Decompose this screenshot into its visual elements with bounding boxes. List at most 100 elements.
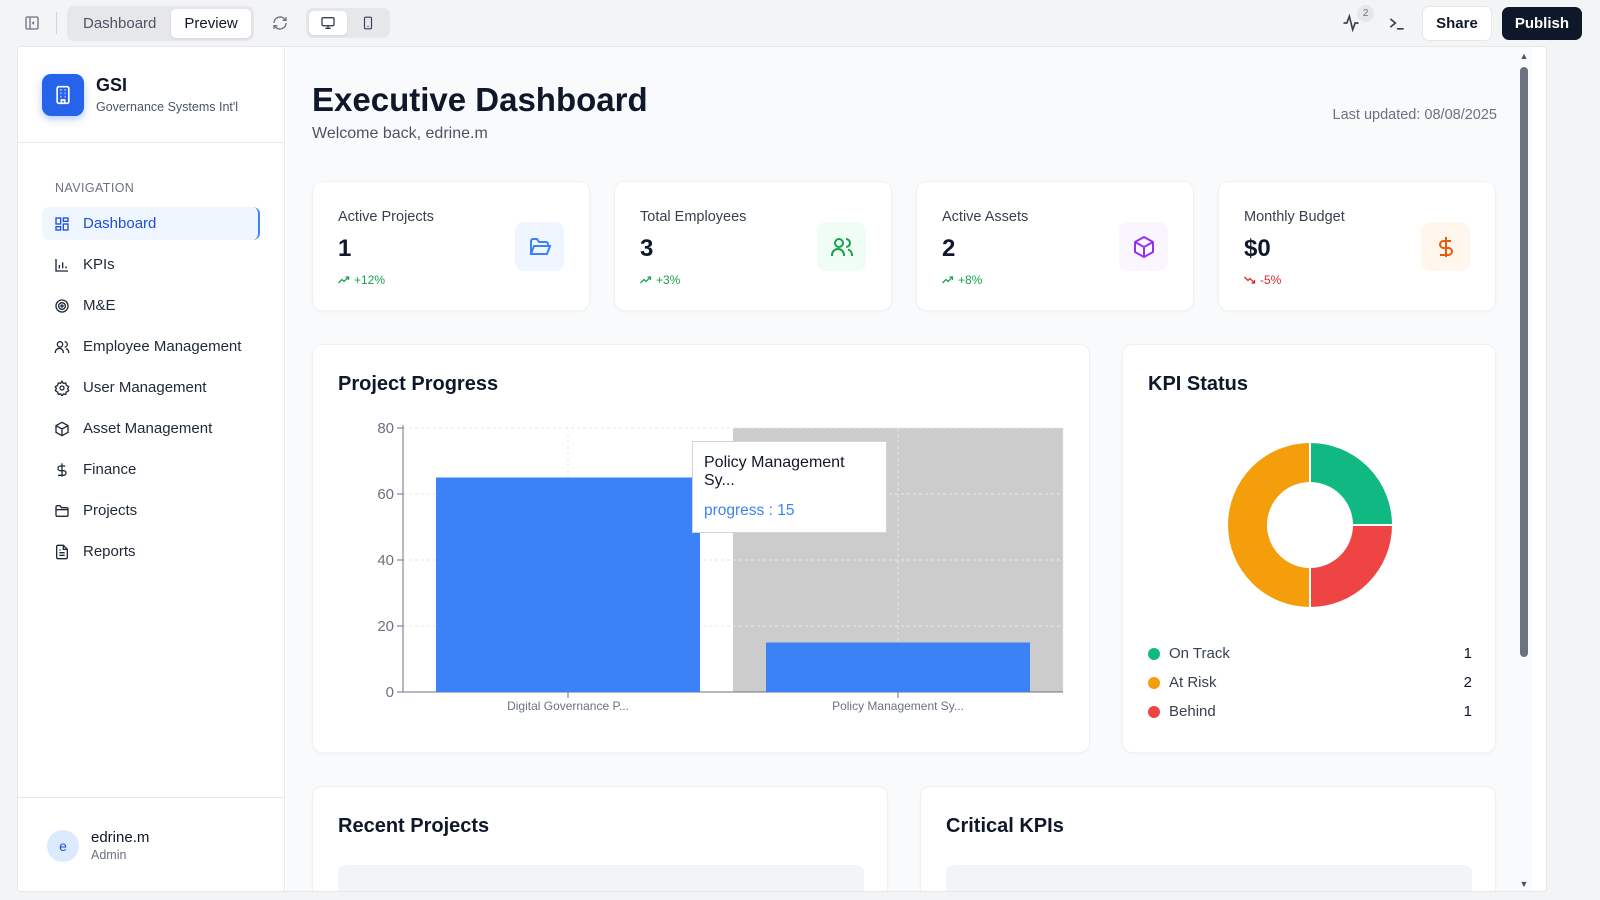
gear-icon bbox=[54, 379, 70, 396]
sidebar-item-finance[interactable]: Finance bbox=[42, 453, 260, 486]
scrollbar[interactable]: ▲ ▼ bbox=[1516, 47, 1532, 891]
terminal-icon[interactable] bbox=[1382, 8, 1412, 38]
sidebar-item-asset-management[interactable]: Asset Management bbox=[42, 412, 260, 445]
stat-label: Total Employees bbox=[640, 209, 747, 225]
project-progress-card: Project Progress 0 20 40 60 80 Digital Govern… bbox=[312, 344, 1090, 753]
trend-up-icon bbox=[640, 276, 652, 284]
kpi-status-title: KPI Status bbox=[1148, 373, 1249, 395]
scroll-up-icon[interactable]: ▲ bbox=[1519, 51, 1529, 61]
legend-label: At Risk bbox=[1169, 674, 1217, 691]
stat-card-active-projects: Active Projects 1 +12% bbox=[312, 181, 590, 311]
sidebar-item-label: User Management bbox=[83, 379, 207, 396]
stat-value: 1 bbox=[338, 235, 352, 262]
stat-trend-value: +12% bbox=[354, 273, 386, 287]
publish-button[interactable]: Publish bbox=[1501, 6, 1582, 40]
refresh-icon[interactable] bbox=[266, 9, 294, 37]
legend-label: Behind bbox=[1169, 703, 1216, 720]
last-updated: Last updated: 08/08/2025 bbox=[1332, 107, 1497, 123]
legend-item-behind: Behind 1 bbox=[1148, 703, 1472, 720]
folder-open-icon bbox=[515, 222, 564, 271]
mobile-icon[interactable] bbox=[349, 11, 387, 35]
legend-dot bbox=[1148, 676, 1160, 689]
kpi-donut-chart bbox=[1226, 440, 1395, 610]
sidebar-item-label: Finance bbox=[83, 461, 137, 478]
brand: GSI Governance Systems Int'l bbox=[18, 47, 284, 143]
legend-dot bbox=[1148, 647, 1160, 660]
stat-value: 2 bbox=[942, 235, 956, 262]
legend-count: 1 bbox=[1463, 703, 1472, 720]
brand-subtitle: Governance Systems Int'l bbox=[96, 100, 239, 114]
brand-name: GSI bbox=[96, 75, 128, 95]
scroll-down-icon[interactable]: ▼ bbox=[1519, 879, 1529, 889]
main-content: Executive Dashboard Welcome back, edrine… bbox=[286, 47, 1532, 891]
dollar-icon bbox=[1421, 222, 1470, 271]
stat-trend-value: +8% bbox=[958, 273, 983, 287]
stat-label: Active Assets bbox=[942, 209, 1029, 225]
box-icon bbox=[1119, 222, 1168, 271]
donut-slice-at-risk bbox=[1226, 440, 1311, 610]
tab-dashboard[interactable]: Dashboard bbox=[70, 9, 169, 38]
users-icon bbox=[817, 222, 866, 271]
kpi-status-card: KPI Status On Track 1 At Risk 2 Behind 1 bbox=[1122, 344, 1496, 753]
folder-icon bbox=[55, 504, 69, 517]
sidebar-item-label: M&E bbox=[83, 297, 116, 314]
project-progress-title: Project Progress bbox=[338, 373, 499, 395]
trend-up-icon bbox=[942, 276, 954, 284]
y-tick-label: 20 bbox=[377, 618, 394, 635]
sidebar-item-me[interactable]: M&E bbox=[42, 289, 260, 322]
stat-trend: +3% bbox=[640, 273, 680, 287]
page-title: Executive Dashboard bbox=[312, 81, 648, 118]
sidebar-item-dashboard[interactable]: Dashboard bbox=[42, 207, 260, 240]
sidebar-item-kpis[interactable]: KPIs bbox=[42, 248, 260, 281]
stat-trend: +8% bbox=[942, 273, 982, 287]
sidebar-item-label: Dashboard bbox=[83, 215, 157, 232]
sidebar: GSI Governance Systems Int'l NAVIGATION … bbox=[18, 47, 285, 891]
sidebar-item-projects[interactable]: Projects bbox=[42, 494, 260, 527]
scroll-thumb[interactable] bbox=[1520, 67, 1528, 657]
legend-item-on-track: On Track 1 bbox=[1148, 645, 1472, 662]
tab-preview[interactable]: Preview bbox=[171, 8, 251, 38]
stat-trend-value: -5% bbox=[1260, 273, 1282, 287]
toolbar-divider bbox=[56, 12, 57, 34]
legend-count: 2 bbox=[1463, 674, 1472, 691]
sidebar-item-label: KPIs bbox=[83, 256, 115, 273]
stat-trend: -5% bbox=[1244, 273, 1281, 287]
top-toolbar: Dashboard Preview 2 Share Publish bbox=[0, 0, 1600, 46]
users-icon bbox=[54, 340, 70, 353]
sidebar-item-label: Asset Management bbox=[83, 420, 213, 437]
recent-projects-title: Recent Projects bbox=[338, 815, 490, 837]
stat-label: Monthly Budget bbox=[1244, 209, 1345, 225]
box-icon bbox=[55, 421, 69, 436]
recent-projects-list bbox=[338, 865, 864, 891]
welcome-text: Welcome back, edrine.m bbox=[312, 125, 488, 142]
share-button[interactable]: Share bbox=[1422, 5, 1492, 41]
sidebar-item-user-management[interactable]: User Management bbox=[42, 371, 260, 404]
donut-slice-on-track bbox=[1309, 440, 1395, 526]
view-mode-tabs: Dashboard Preview bbox=[67, 5, 254, 41]
stat-card-total-employees: Total Employees 3 +3% bbox=[614, 181, 892, 311]
target-icon bbox=[55, 298, 69, 313]
stat-trend-value: +3% bbox=[656, 273, 681, 287]
dollar-icon bbox=[57, 462, 67, 477]
user-profile[interactable]: e edrine.m Admin bbox=[18, 797, 284, 891]
y-tick-label: 0 bbox=[386, 684, 394, 701]
legend-label: On Track bbox=[1169, 645, 1230, 662]
stat-card-monthly-budget: Monthly Budget $0 -5% bbox=[1218, 181, 1496, 311]
stat-value: 3 bbox=[640, 235, 654, 262]
sidebar-item-employee-management[interactable]: Employee Management bbox=[42, 330, 260, 363]
sidebar-item-reports[interactable]: Reports bbox=[42, 535, 260, 568]
activity-icon[interactable]: 2 bbox=[1336, 5, 1375, 38]
activity-count-badge: 2 bbox=[1357, 5, 1375, 22]
avatar: e bbox=[47, 829, 79, 862]
sidebar-item-label: Employee Management bbox=[83, 338, 242, 355]
user-role: Admin bbox=[91, 848, 127, 862]
building-icon bbox=[42, 73, 84, 116]
trend-down-icon bbox=[1244, 276, 1256, 284]
sidebar-toggle-icon[interactable] bbox=[18, 9, 46, 37]
stat-card-active-assets: Active Assets 2 +8% bbox=[916, 181, 1194, 311]
x-tick-label: Digital Governance P... bbox=[507, 699, 629, 713]
desktop-icon[interactable] bbox=[308, 11, 347, 35]
legend-count: 1 bbox=[1463, 645, 1472, 662]
sidebar-item-label: Projects bbox=[83, 502, 138, 519]
trend-up-icon bbox=[338, 276, 350, 284]
